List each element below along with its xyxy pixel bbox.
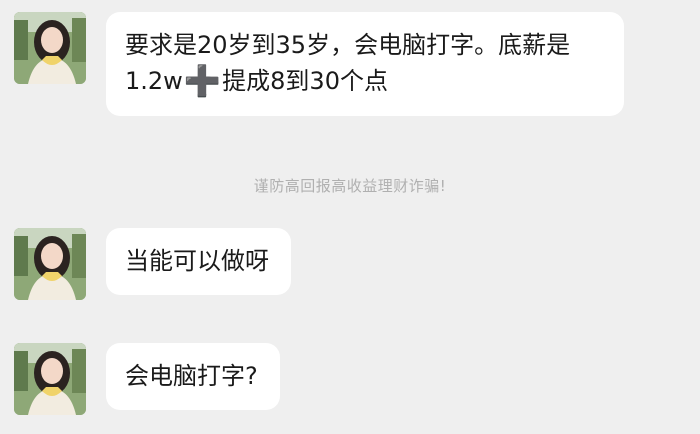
avatar[interactable] — [14, 343, 86, 415]
message-row: 要求是20岁到35岁，会电脑打字。底薪是 1.2w➕提成8到30个点 — [14, 12, 624, 116]
message-row: 当能可以做呀 — [14, 228, 291, 300]
avatar-image — [14, 343, 86, 415]
message-text: 会电脑打字? — [125, 362, 258, 390]
message-row: 会电脑打字? — [14, 343, 280, 415]
message-text: 提成8到30个点 — [222, 67, 388, 95]
message-bubble[interactable]: 会电脑打字? — [106, 343, 280, 410]
message-text: 当能可以做呀 — [125, 247, 269, 275]
avatar[interactable] — [14, 12, 86, 84]
plus-icon: ➕ — [183, 64, 222, 99]
message-bubble[interactable]: 要求是20岁到35岁，会电脑打字。底薪是 1.2w➕提成8到30个点 — [106, 12, 624, 116]
fraud-warning-notice: 谨防高回报高收益理财诈骗! — [253, 177, 447, 195]
message-text: 1.2w — [125, 67, 183, 95]
avatar[interactable] — [14, 228, 86, 300]
message-text-line: 要求是20岁到35岁，会电脑打字。底薪是 — [125, 31, 571, 59]
avatar-image — [14, 228, 86, 300]
avatar-image — [14, 12, 86, 84]
message-bubble[interactable]: 当能可以做呀 — [106, 228, 291, 295]
message-text-line: 1.2w➕提成8到30个点 — [125, 63, 602, 100]
